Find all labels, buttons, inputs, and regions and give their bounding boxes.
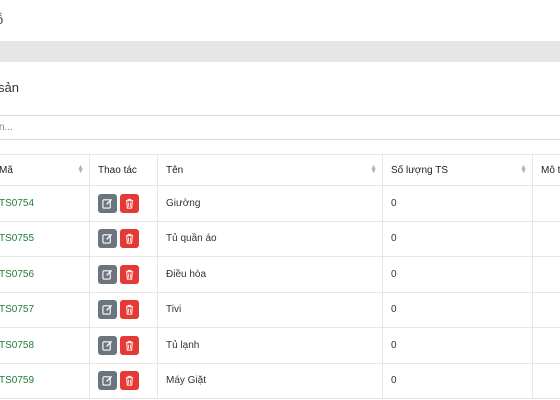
navbar-title: ỗ [0,12,3,27]
delete-button[interactable] [120,264,139,284]
sort-icon: ▲ ▼ [77,164,84,175]
column-header-description[interactable]: Mô t [532,154,560,186]
edit-icon [102,269,113,280]
row-actions [89,327,158,364]
edit-icon [102,305,113,315]
trash-icon [125,234,134,244]
asset-quantity: 0 [382,291,533,328]
asset-quantity: 0 [382,362,533,399]
edit-icon [102,376,113,386]
asset-name: Giường [157,185,383,222]
column-header-label: Số lượng TS [391,164,448,176]
table-row: TS0758 Tủ lạnh 0 [0,327,560,364]
table-row: TS0757 Tivi 0 [0,291,560,328]
asset-quantity: 0 [382,327,533,364]
breadcrumb-bar [0,42,560,62]
column-header-label: Tên [166,164,184,176]
edit-icon [102,198,113,209]
table-header-row: Mã ▲ ▼ Thao tác Tên ▲ ▼ Số lượng TS ▲ ▼ Mô … [0,154,560,186]
assets-table: Mã ▲ ▼ Thao tác Tên ▲ ▼ Số lượng TS ▲ ▼ Mô … [0,154,560,399]
edit-button[interactable] [98,335,117,355]
asset-code: TS0754 [0,185,90,222]
delete-button[interactable] [120,229,139,249]
row-actions [89,220,158,257]
asset-description [532,256,560,293]
sort-icon: ▲ ▼ [370,164,377,175]
asset-name: Điều hòa [157,256,383,293]
edit-icon [102,234,113,244]
trash-icon [125,198,134,209]
asset-name: Tủ lạnh [157,327,383,364]
asset-code: TS0759 [0,362,90,399]
edit-button[interactable] [98,300,117,320]
column-header-name[interactable]: Tên ▲ ▼ [157,154,383,186]
page: ỗ sản Mã ▲▼ Thao tác Tên ▲▼ Số [0,0,560,400]
table-row: TS0759 Máy Giặt 0 [0,362,560,399]
column-header-actions: Thao tác [89,154,158,186]
asset-name: Tủ quần áo [157,220,383,257]
trash-icon [125,340,134,351]
asset-code: TS0756 [0,256,90,293]
table-row: TS0754 Giường 0 [0,185,560,222]
row-actions [89,362,158,399]
top-navbar: ỗ [0,0,560,42]
edit-button[interactable] [98,193,117,213]
row-actions [89,256,158,293]
column-header-quantity[interactable]: Số lượng TS ▲ ▼ [382,154,533,186]
asset-description [532,220,560,257]
asset-quantity: 0 [382,220,533,257]
edit-button[interactable] [98,264,117,284]
delete-button[interactable] [120,371,139,391]
search-input[interactable] [0,115,560,140]
edit-button[interactable] [98,371,117,391]
column-header-label: Mã [0,164,13,176]
table-row: TS0755 Tủ quần áo 0 [0,220,560,257]
edit-button[interactable] [98,229,117,249]
column-header-label: Thao tác [98,164,137,176]
table-row: TS0756 Điều hòa 0 [0,256,560,293]
asset-description [532,185,560,222]
delete-button[interactable] [120,300,139,320]
asset-code: TS0758 [0,327,90,364]
delete-button[interactable] [120,193,139,213]
asset-description [532,291,560,328]
trash-icon [125,269,134,280]
asset-quantity: 0 [382,256,533,293]
asset-description [532,362,560,399]
row-actions [89,291,158,328]
trash-icon [125,305,134,315]
asset-code: TS0755 [0,220,90,257]
asset-name: Máy Giặt [157,362,383,399]
edit-icon [102,340,113,351]
delete-button[interactable] [120,335,139,355]
sort-icon: ▲ ▼ [520,164,527,175]
trash-icon [125,376,134,386]
column-header-code[interactable]: Mã ▲ ▼ [0,154,90,186]
asset-name: Tivi [157,291,383,328]
row-actions [89,185,158,222]
page-title: sản [0,80,19,95]
asset-description [532,327,560,364]
asset-quantity: 0 [382,185,533,222]
asset-code: TS0757 [0,291,90,328]
column-header-label: Mô t [541,164,560,176]
